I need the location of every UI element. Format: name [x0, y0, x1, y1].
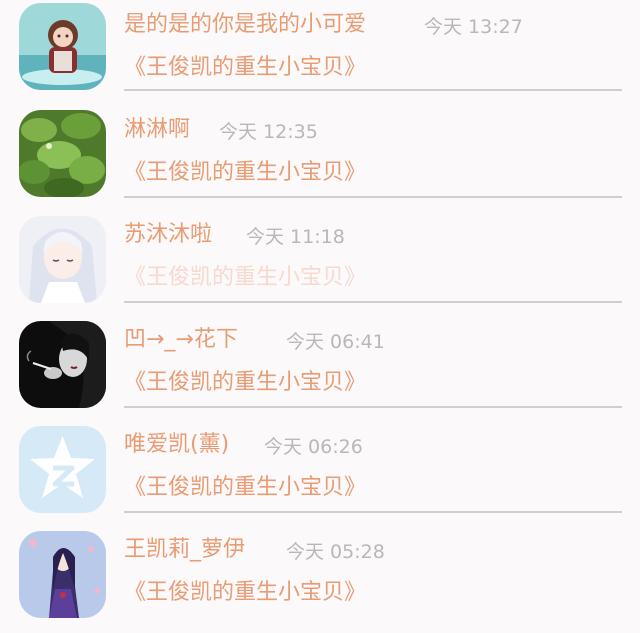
conversation-name: 淋淋啊 [124, 117, 191, 142]
conversation-time: 今天 06:26 [264, 436, 363, 458]
book-title[interactable]: 《王俊凯的重生小宝贝》 [124, 472, 366, 504]
white-hair-girl-avatar-icon[interactable] [19, 216, 106, 303]
list-item[interactable]: 淋淋啊 今天 12:35 《王俊凯的重生小宝贝》 [0, 105, 640, 210]
default-star-avatar-icon[interactable] [19, 426, 106, 513]
book-title[interactable]: 《王俊凯的重生小宝贝》 [124, 157, 366, 189]
list-item[interactable]: 王凯莉_萝伊 今天 05:28 《王俊凯的重生小宝贝》 [0, 525, 640, 630]
divider [124, 196, 622, 198]
conversation-name: 苏沐沐啦 [124, 222, 213, 247]
conversation-list: 是的是的你是我的小可爱 今天 13:27 《王俊凯的重生小宝贝》 淋淋啊 今天 … [0, 0, 640, 633]
book-title[interactable]: 《王俊凯的重生小宝贝》 [124, 262, 366, 294]
conversation-time: 今天 05:28 [286, 541, 385, 563]
conversation-name: 凹→_→花下 [124, 327, 238, 352]
conversation-time: 今天 11:18 [246, 226, 345, 248]
divider [124, 511, 622, 513]
divider [124, 301, 622, 303]
book-title[interactable]: 《王俊凯的重生小宝贝》 [124, 367, 366, 399]
book-title[interactable]: 《王俊凯的重生小宝贝》 [124, 52, 366, 84]
list-item[interactable]: 苏沐沐啦 今天 11:18 《王俊凯的重生小宝贝》 [0, 210, 640, 315]
divider [124, 406, 622, 408]
leaves-photo-avatar-icon[interactable] [19, 110, 106, 197]
book-title[interactable]: 《王俊凯的重生小宝贝》 [124, 577, 366, 609]
conversation-time: 今天 06:41 [286, 331, 385, 353]
conversation-name: 是的是的你是我的小可爱 [124, 12, 367, 37]
conversation-time: 今天 12:35 [219, 121, 318, 143]
anime-girl-avatar-icon[interactable] [19, 3, 106, 90]
smoking-woman-avatar-icon[interactable] [19, 321, 106, 408]
conversation-name: 唯爱凯(薰) [124, 432, 230, 457]
list-item[interactable]: 唯爱凯(薰) 今天 06:26 《王俊凯的重生小宝贝》 [0, 420, 640, 525]
purple-anime-girl-avatar-icon[interactable] [19, 531, 106, 618]
conversation-name: 王凯莉_萝伊 [124, 537, 246, 562]
divider [124, 89, 622, 91]
list-item[interactable]: 凹→_→花下 今天 06:41 《王俊凯的重生小宝贝》 [0, 315, 640, 420]
list-item[interactable]: 是的是的你是我的小可爱 今天 13:27 《王俊凯的重生小宝贝》 [0, 0, 640, 105]
conversation-time: 今天 13:27 [424, 16, 523, 38]
